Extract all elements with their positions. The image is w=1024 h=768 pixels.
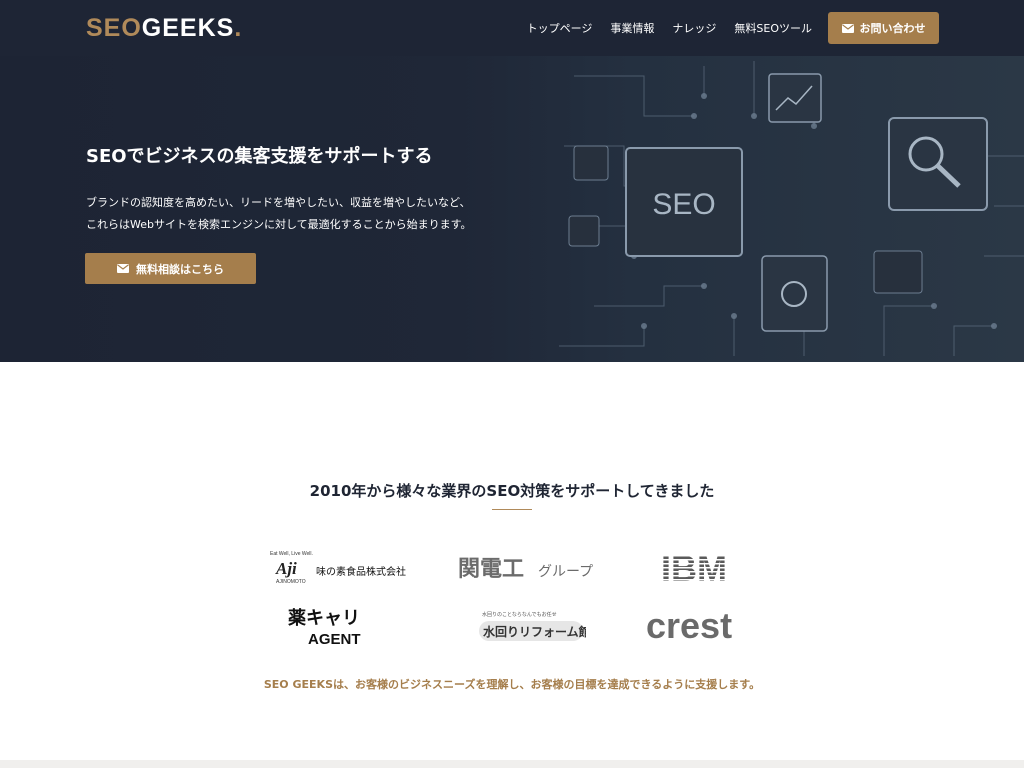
hero-title: SEOでビジネスの集客支援をサポートする: [86, 146, 433, 167]
clients-section-title: 2010年から様々な業界のSEO対策をサポートしてきました: [309, 482, 715, 500]
hero-description: ブランドの認知度を高めたい、リードを増やしたい、収益を増やしたいなど、 これらは…: [86, 192, 472, 236]
mail-icon: [117, 264, 129, 273]
contact-button[interactable]: お問い合わせ: [828, 12, 939, 44]
free-consultation-label: 無料相談はこちら: [136, 262, 224, 276]
free-consultation-button[interactable]: 無料相談はこちら: [85, 253, 256, 284]
hero-banner: SEO SEOでビジネスの集客支援をサポートする ブランドの認知度を高めたい、リ…: [0, 56, 1024, 362]
ajinomoto-mark: Aji: [275, 559, 297, 578]
client-logo-grid: Eat Well, Live Well. Aji AJINOMOTO 味の素食品…: [268, 546, 756, 650]
nav-item-top[interactable]: トップページ: [527, 20, 593, 36]
mizumawari-small: 水回りのことならなんでもお任せ: [482, 611, 557, 618]
kandenko-group: グループ: [538, 564, 593, 580]
logo-dot: .: [234, 14, 243, 42]
main-nav: トップページ 事業情報 ナレッジ 無料SEOツール: [527, 20, 812, 36]
mizumawari-name: 水回りリフォーム館: [483, 624, 586, 639]
nav-item-free-tools[interactable]: 無料SEOツール: [734, 20, 812, 36]
ajinomoto-name: 味の素食品株式会社: [316, 565, 406, 578]
hero-description-line-2: これらはWebサイトを検索エンジンに対して最適化することから始まります。: [86, 218, 472, 231]
ajinomoto-tagline: Eat Well, Live Well.: [270, 551, 313, 557]
kandenko-name: 関電工: [458, 557, 524, 582]
footer-strip: [0, 760, 1024, 768]
site-logo[interactable]: SEOGEEKS.: [86, 14, 242, 43]
logo-geeks: GEEKS: [141, 14, 235, 42]
logo-seo: SEO: [86, 14, 142, 42]
site-header: SEOGEEKS. トップページ 事業情報 ナレッジ 無料SEOツール お問い合…: [0, 0, 1024, 56]
seo-circuit-illustration: SEO: [559, 61, 1024, 356]
nav-item-knowledge[interactable]: ナレッジ: [672, 20, 716, 36]
contact-button-label: お問い合わせ: [859, 22, 926, 35]
client-logo-mizumawari: 水回りのことならなんでもお任せ 水回りリフォーム館: [476, 606, 586, 646]
title-divider: [492, 509, 532, 510]
nav-item-business[interactable]: 事業情報: [610, 20, 654, 36]
seo-chip-text: SEO: [652, 188, 715, 221]
client-logo-ajinomoto: Eat Well, Live Well. Aji AJINOMOTO 味の素食品…: [268, 546, 418, 592]
mail-icon: [841, 23, 854, 33]
ajinomoto-sub: AJINOMOTO: [276, 579, 306, 585]
clients-tagline: SEO GEEKSは、お客様のビジネスニーズを理解し、お客様の目標を達成できるよ…: [263, 678, 761, 691]
yakucari-bottom: AGENT: [308, 631, 361, 648]
client-logo-kandenko: 関電工 グループ: [456, 548, 611, 588]
client-logo-yakucari: 薬キャリ AGENT: [278, 604, 398, 648]
clients-section: 2010年から様々な業界のSEO対策をサポートしてきました Eat Well, …: [0, 362, 1024, 760]
crest-name: crest: [646, 608, 732, 646]
client-logo-ibm: IBM: [656, 548, 746, 588]
yakucari-top: 薬キャリ: [288, 608, 360, 629]
hero-description-line-1: ブランドの認知度を高めたい、リードを増やしたい、収益を増やしたいなど、: [86, 196, 471, 209]
client-logo-crest: crest: [644, 608, 756, 646]
